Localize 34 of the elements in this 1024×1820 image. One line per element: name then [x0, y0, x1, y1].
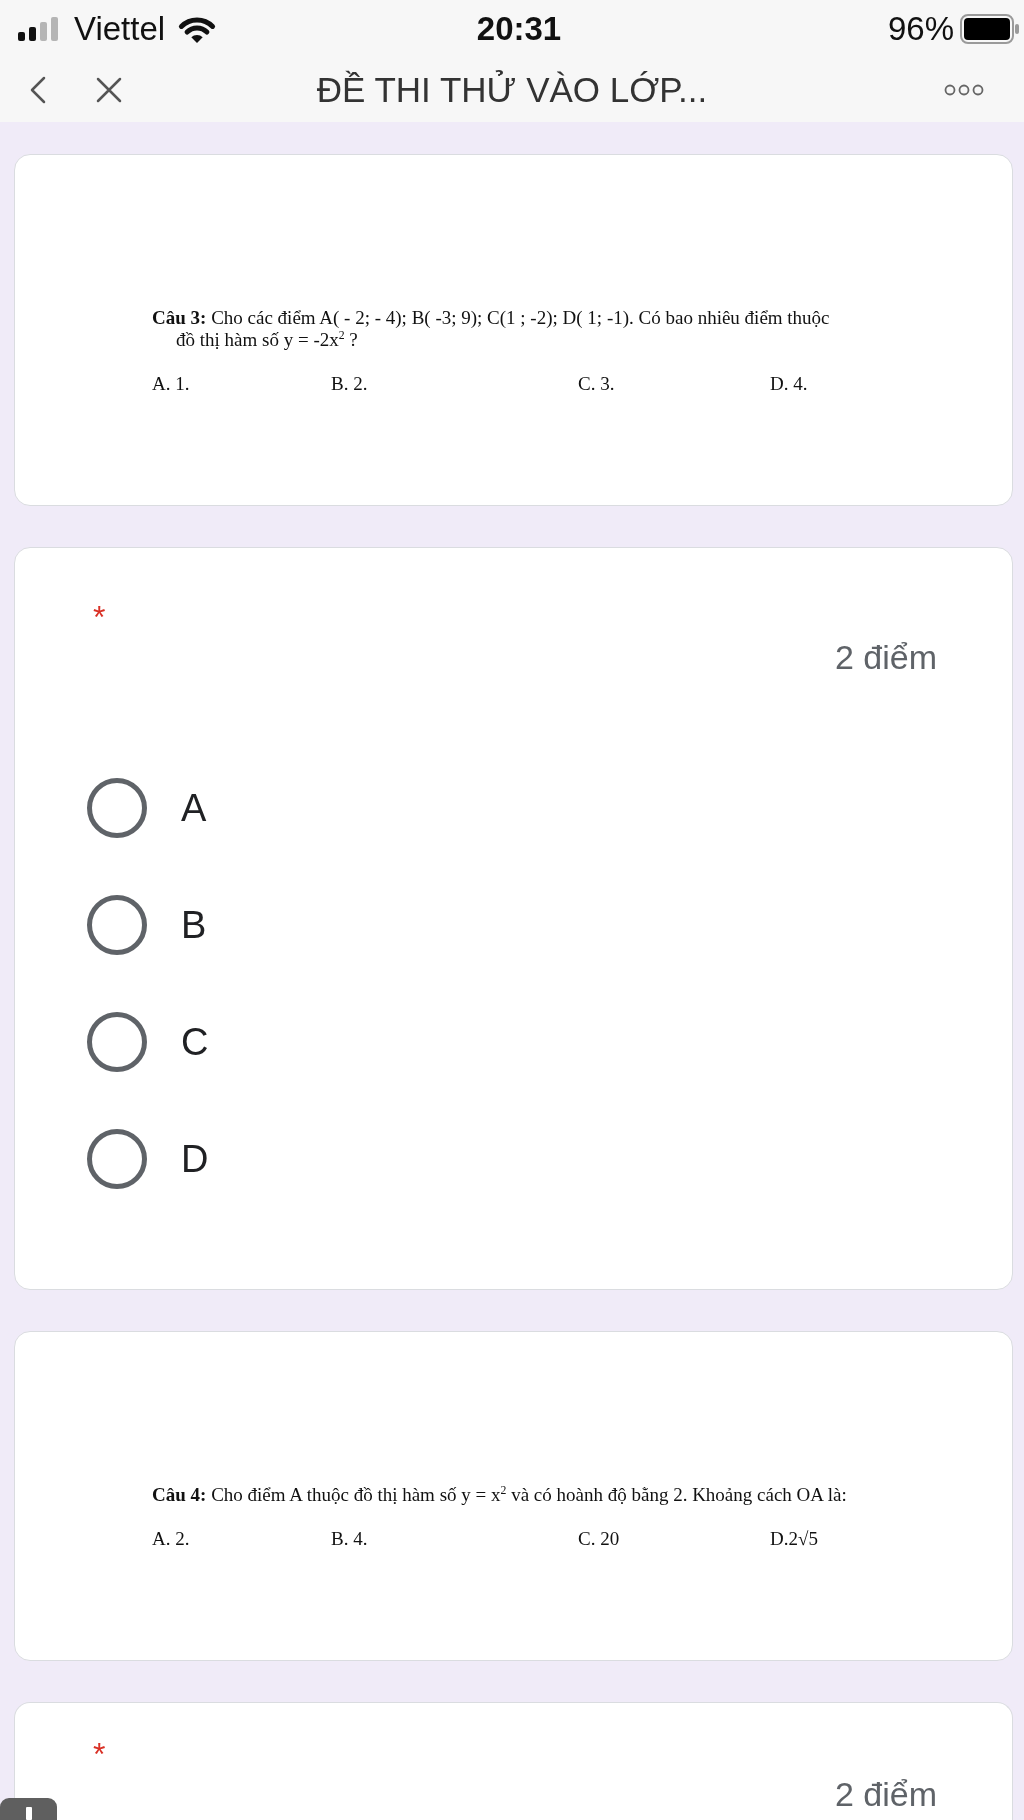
option-label[interactable]: B: [181, 902, 207, 947]
required-asterisk: *: [93, 602, 106, 632]
answer-choice-text: D.2√5: [770, 1528, 818, 1550]
more-icon: [944, 84, 984, 96]
radio-button[interactable]: [87, 777, 147, 838]
floating-button[interactable]: [0, 1798, 57, 1820]
answer-choice-text: A. 2.: [152, 1528, 190, 1550]
clock-time: 20:31: [476, 10, 562, 48]
radio-button[interactable]: [87, 1011, 147, 1072]
carrier-name: Viettel: [74, 10, 166, 48]
answer-choice-text: D. 4.: [770, 373, 808, 395]
chevron-left-icon: [30, 76, 46, 104]
option-label[interactable]: D: [181, 1136, 209, 1181]
question-text: Câu 4: Cho điểm A thuộc đồ thị hàm số y = x$^{2}$ và có hoành độ bằng 2. Khoảng cách OA là:: [152, 1484, 848, 1506]
battery-percent: 96%: [887, 10, 954, 48]
option-label[interactable]: C: [181, 1019, 209, 1064]
radio-button[interactable]: [87, 894, 147, 955]
answer-choice-text: C. 20: [578, 1528, 620, 1550]
question-text: đồ thị hàm số y = -2x$^{2}$ ?: [175, 329, 359, 351]
bar-icon: [25, 1807, 32, 1820]
wifi-icon: [177, 14, 218, 44]
battery-icon: [960, 14, 1020, 44]
option-label[interactable]: A: [181, 785, 207, 830]
points-label: 2 điểm: [834, 1775, 937, 1813]
answer-choice-text: C. 3.: [578, 373, 615, 395]
answer-choice-text: B. 4.: [331, 1528, 368, 1550]
close-icon: [96, 77, 122, 103]
answer-choice-text: A. 1.: [152, 373, 190, 395]
points-label: 2 điểm: [834, 638, 937, 676]
required-asterisk: *: [93, 1739, 106, 1769]
question-text: Câu 3: Cho các điểm A( - 2; - 4); B( -3; 9); C(1 ; -2); D( 1; -1). Có bao nhiêu điểm thuộc: [152, 307, 831, 329]
radio-button[interactable]: [87, 1128, 147, 1189]
answer-choice-text: B. 2.: [331, 373, 368, 395]
page-title: ĐỀ THI THỬ VÀO LỚP...: [315, 70, 709, 110]
